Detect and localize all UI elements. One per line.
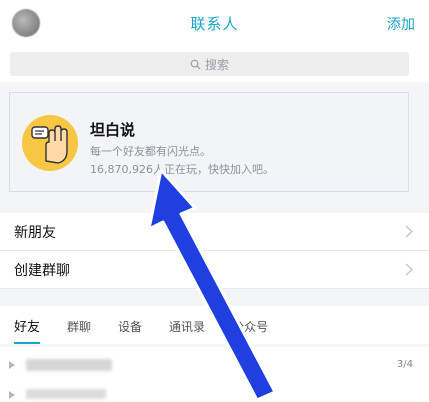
search-placeholder: 搜索 bbox=[204, 57, 229, 72]
contact-action-list: 新朋友 创建群聊 bbox=[0, 213, 429, 289]
banner-title: 坦白说 bbox=[90, 121, 136, 139]
search-input[interactable]: 搜索 bbox=[10, 52, 409, 76]
top-bar: 联系人 添加 bbox=[0, 0, 429, 48]
friend-group-row[interactable]: 3/4 bbox=[0, 347, 429, 384]
hand-speech-icon bbox=[22, 115, 78, 171]
tanbaishuo-banner[interactable]: 坦白说 每一个好友都有闪光点。 16,870,926人正在玩，快快加入吧。 bbox=[9, 92, 409, 192]
tab-address-book[interactable]: 通讯录 bbox=[169, 309, 205, 342]
tab-devices[interactable]: 设备 bbox=[118, 309, 142, 342]
chevron-right-icon bbox=[405, 263, 413, 276]
banner-player-count: 16,870,926人正在玩，快快加入吧。 bbox=[90, 163, 274, 176]
group-count: 3/4 bbox=[396, 359, 413, 370]
add-button[interactable]: 添加 bbox=[387, 14, 415, 34]
tab-official-accounts[interactable]: 公众号 bbox=[232, 309, 268, 342]
tab-friends[interactable]: 好友 bbox=[14, 307, 41, 344]
search-icon bbox=[190, 59, 201, 69]
group-name-blurred bbox=[26, 359, 112, 371]
list-item-label: 创建群聊 bbox=[14, 262, 70, 279]
banner-subtitle: 每一个好友都有闪光点。 bbox=[90, 145, 211, 158]
tab-groups[interactable]: 群聊 bbox=[67, 309, 91, 342]
page-title: 联系人 bbox=[190, 15, 239, 33]
friend-group-row[interactable] bbox=[0, 383, 429, 402]
contact-tabs: 好友 群聊 设备 通讯录 公众号 bbox=[0, 306, 429, 344]
list-item-label: 新朋友 bbox=[14, 224, 56, 241]
expand-triangle-icon bbox=[9, 361, 15, 369]
search-bar: 搜索 bbox=[0, 48, 429, 82]
chevron-right-icon bbox=[405, 225, 413, 238]
group-name-blurred bbox=[26, 389, 106, 399]
expand-triangle-icon bbox=[9, 391, 15, 399]
new-friends-item[interactable]: 新朋友 bbox=[0, 213, 429, 251]
create-group-chat-item[interactable]: 创建群聊 bbox=[0, 251, 429, 289]
